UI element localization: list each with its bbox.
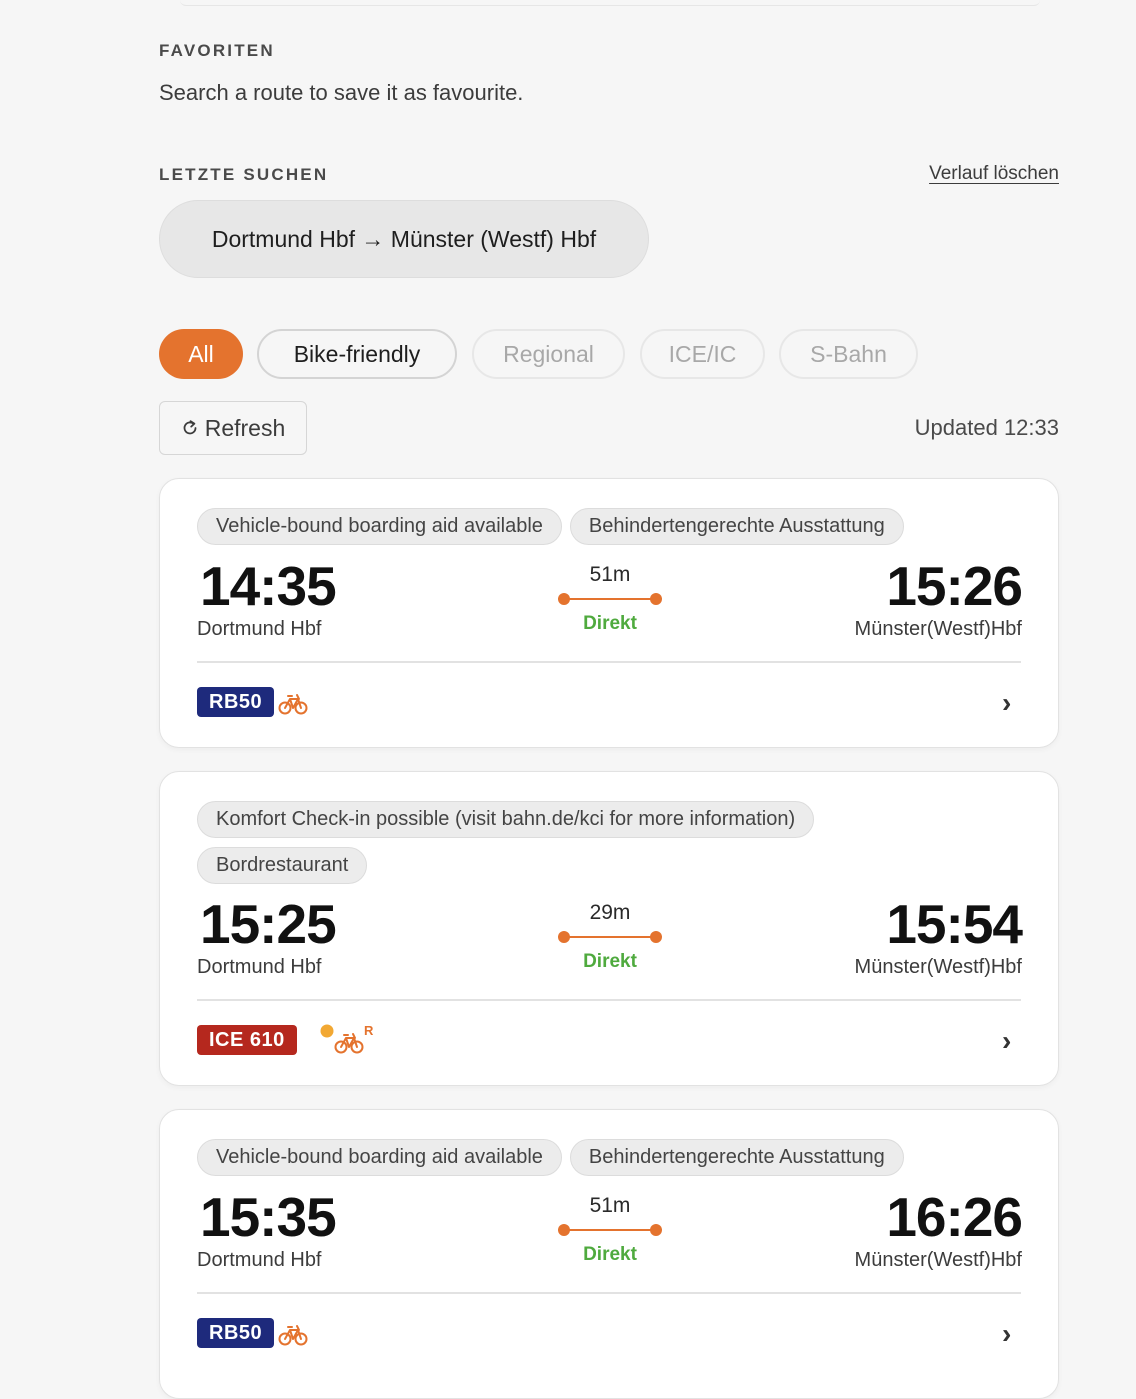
departure-time: 15:35 bbox=[200, 1186, 337, 1248]
trip-duration: 51m bbox=[589, 563, 631, 586]
card-divider bbox=[197, 661, 1021, 663]
feature-tag: Vehicle-bound boarding aid available bbox=[197, 1139, 562, 1176]
connection-card[interactable]: Komfort Check-in possible (visit bahn.de… bbox=[159, 771, 1059, 1086]
train-badge: ICE 610 bbox=[197, 1025, 297, 1055]
arrival-time: 16:26 bbox=[886, 1186, 1023, 1248]
departure-time: 14:35 bbox=[200, 555, 337, 617]
filter-ice-ic[interactable]: ICE/IC bbox=[640, 329, 765, 379]
transfer-status: Direkt bbox=[583, 951, 637, 972]
feature-tag: Behindertengerechte Ausstattung bbox=[569, 1139, 904, 1176]
clear-history-link[interactable]: Verlauf löschen bbox=[929, 163, 1059, 185]
bicycle-reservation-icon: R bbox=[320, 1023, 374, 1054]
trip-duration: 51m bbox=[589, 1194, 631, 1217]
feature-tag: Bordrestaurant bbox=[197, 847, 368, 884]
recent-searches-heading: LETZTE SUCHEN bbox=[159, 165, 329, 184]
card-divider bbox=[197, 999, 1021, 1001]
arrival-station: Münster(Westf)Hbf bbox=[854, 1249, 1022, 1271]
favorites-heading: FAVORITEN bbox=[159, 41, 275, 60]
train-badge: RB50 bbox=[197, 687, 275, 717]
feature-tag: Behindertengerechte Ausstattung bbox=[569, 508, 904, 545]
reservation-mark: R bbox=[364, 1023, 374, 1038]
train-badge: RB50 bbox=[197, 1318, 275, 1348]
refresh-icon bbox=[183, 420, 197, 435]
filter-bike-friendly[interactable]: Bike-friendly bbox=[257, 329, 457, 379]
chevron-right-icon: › bbox=[1002, 1025, 1012, 1056]
scroll-container-edge bbox=[180, 0, 1040, 6]
chevron-right-icon: › bbox=[1002, 687, 1012, 718]
refresh-button[interactable]: Refresh bbox=[159, 401, 307, 455]
bicycle-icon bbox=[278, 694, 308, 715]
departure-station: Dortmund Hbf bbox=[197, 956, 322, 978]
updated-timestamp: Updated 12:33 bbox=[914, 415, 1059, 440]
arrival-station: Münster(Westf)Hbf bbox=[854, 618, 1022, 640]
arrival-time: 15:54 bbox=[886, 893, 1023, 955]
reservation-dot-icon bbox=[320, 1024, 334, 1038]
route-line-icon bbox=[558, 1224, 662, 1236]
departure-time: 15:25 bbox=[200, 893, 337, 955]
transfer-status: Direkt bbox=[583, 1244, 637, 1265]
route-line-icon bbox=[558, 931, 662, 943]
card-divider bbox=[197, 1292, 1021, 1294]
transfer-status: Direkt bbox=[583, 613, 637, 634]
connection-card[interactable]: Vehicle-bound boarding aid available Beh… bbox=[159, 1109, 1059, 1399]
trip-duration: 29m bbox=[589, 901, 631, 924]
departure-station: Dortmund Hbf bbox=[197, 1249, 322, 1271]
arrival-time: 15:26 bbox=[886, 555, 1023, 617]
feature-tag: Komfort Check-in possible (visit bahn.de… bbox=[197, 801, 815, 838]
connection-card[interactable]: Vehicle-bound boarding aid available Beh… bbox=[159, 478, 1059, 748]
recent-search-chip[interactable]: Dortmund Hbf → Münster (Westf) Hbf bbox=[159, 200, 649, 278]
filter-s-bahn[interactable]: S-Bahn bbox=[779, 329, 918, 379]
filter-regional[interactable]: Regional bbox=[472, 329, 625, 379]
connection-tags: Vehicle-bound boarding aid available Beh… bbox=[197, 508, 1017, 554]
favorites-empty-text: Search a route to save it as favourite. bbox=[159, 80, 524, 105]
connection-tags: Komfort Check-in possible (visit bahn.de… bbox=[197, 801, 1017, 893]
connection-tags: Vehicle-bound boarding aid available Beh… bbox=[197, 1139, 1017, 1185]
filter-all[interactable]: All bbox=[159, 329, 243, 379]
feature-tag: Vehicle-bound boarding aid available bbox=[197, 508, 562, 545]
route-line-icon bbox=[558, 593, 662, 605]
departure-station: Dortmund Hbf bbox=[197, 618, 322, 640]
arrival-station: Münster(Westf)Hbf bbox=[854, 956, 1022, 978]
chevron-right-icon: › bbox=[1002, 1318, 1012, 1349]
bicycle-icon bbox=[278, 1325, 308, 1346]
refresh-label: Refresh bbox=[204, 414, 286, 441]
